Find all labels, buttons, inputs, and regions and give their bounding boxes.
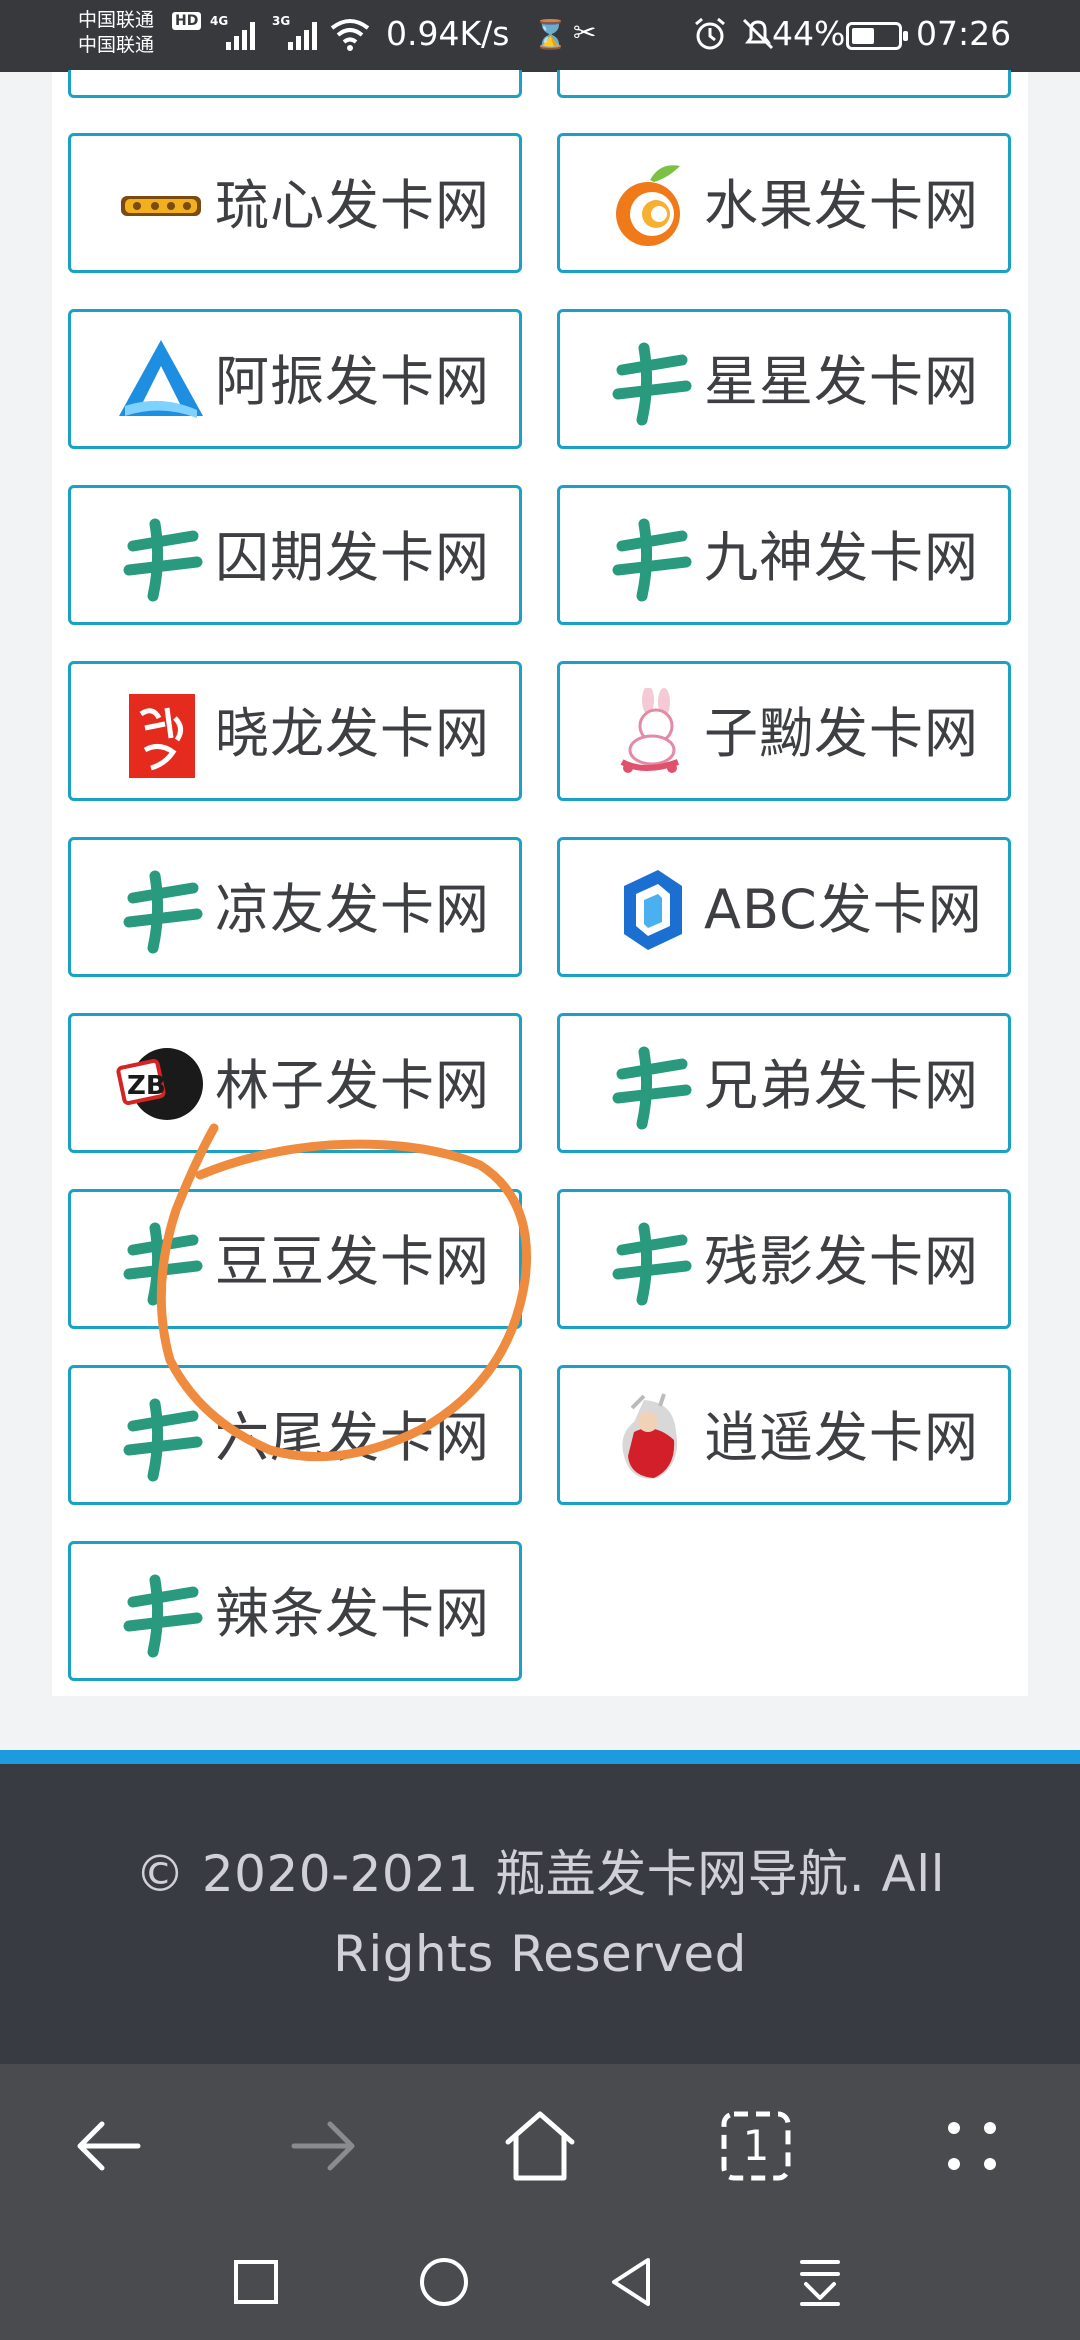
home-icon[interactable] xyxy=(500,2106,580,2186)
site-card[interactable]: 兄弟发卡网 xyxy=(557,1013,1011,1153)
site-name: 囚期发卡网 xyxy=(215,526,490,589)
azhen-logo xyxy=(119,340,203,418)
hourglass-icon: ⌛ xyxy=(533,18,568,51)
site-card-partial[interactable] xyxy=(557,70,1011,98)
signal-icon xyxy=(288,18,326,50)
fruit-logo xyxy=(616,165,680,246)
alarm-icon xyxy=(695,17,725,50)
forward-icon[interactable] xyxy=(284,2106,364,2186)
ka-logo xyxy=(123,1222,203,1306)
xiaoyao-logo xyxy=(622,1393,678,1479)
site-name: 兄弟发卡网 xyxy=(704,1054,979,1117)
ka-logo xyxy=(123,518,203,602)
site-card[interactable]: 子黝发卡网 xyxy=(557,661,1011,801)
site-card[interactable]: 凉友发卡网 xyxy=(68,837,522,977)
site-name: 星星发卡网 xyxy=(704,350,979,413)
site-name: 林子发卡网 xyxy=(215,1054,490,1117)
site-name: 琉心发卡网 xyxy=(215,174,490,237)
more-icon[interactable] xyxy=(932,2106,1012,2186)
site-card[interactable]: 六尾发卡网 xyxy=(68,1365,522,1505)
site-card[interactable]: 残影发卡网 xyxy=(557,1189,1011,1329)
carrier-2: 中国联通 xyxy=(78,34,155,56)
back-triangle-icon[interactable] xyxy=(604,2254,660,2310)
site-card[interactable]: 水果发卡网 xyxy=(557,133,1011,273)
footer-accent-bar xyxy=(0,1750,1080,1764)
ka-logo xyxy=(612,518,692,602)
site-card[interactable]: 九神发卡网 xyxy=(557,485,1011,625)
site-card[interactable]: 辣条发卡网 xyxy=(68,1541,522,1681)
wifi-icon xyxy=(330,19,370,51)
recents-icon[interactable] xyxy=(228,2254,284,2310)
ka-logo xyxy=(612,342,692,426)
site-name: 水果发卡网 xyxy=(704,174,979,237)
system-nav-bar xyxy=(0,2224,1080,2340)
site-name: 阿振发卡网 xyxy=(215,350,490,413)
site-name: 凉友发卡网 xyxy=(215,878,490,941)
notification-pulldown-icon[interactable] xyxy=(792,2254,848,2310)
ka-logo xyxy=(123,870,203,954)
site-card[interactable]: 星星发卡网 xyxy=(557,309,1011,449)
browser-toolbar: 1 xyxy=(0,2064,1080,2224)
copyright-text: © 2020-2021 瓶盖发卡网导航. All Rights Reserved xyxy=(134,1845,946,1983)
tab-count: 1 xyxy=(742,2121,770,2170)
site-card[interactable]: 逍遥发卡网 xyxy=(557,1365,1011,1505)
battery-percent: 44% xyxy=(772,14,846,53)
footer: © 2020-2021 瓶盖发卡网导航. All Rights Reserved xyxy=(0,1764,1080,2064)
site-name: 子黝发卡网 xyxy=(704,702,979,765)
carrier-labels: 中国联通 中国联通 xyxy=(78,8,154,58)
site-name: 逍遥发卡网 xyxy=(704,1406,979,1469)
site-card[interactable]: 阿振发卡网 xyxy=(68,309,522,449)
site-card[interactable]: 琉心发卡网 xyxy=(68,133,522,273)
screen: 中国联通 中国联通 HD 4G 3G 0.94K/s ⌛ ✂ 44% 07:26… xyxy=(0,0,1080,2340)
site-name: 残影发卡网 xyxy=(704,1230,979,1293)
home-circle-icon[interactable] xyxy=(416,2254,472,2310)
back-icon[interactable] xyxy=(68,2106,148,2186)
ka-logo xyxy=(123,1398,203,1482)
site-name: 辣条发卡网 xyxy=(215,1582,490,1645)
clock: 07:26 xyxy=(916,14,1012,53)
ka-logo xyxy=(123,1574,203,1658)
network-speed: 0.94K/s xyxy=(386,14,510,53)
site-name: 六尾发卡网 xyxy=(215,1406,490,1469)
site-card[interactable]: 囚期发卡网 xyxy=(68,485,522,625)
xiaolong-logo xyxy=(129,694,195,778)
site-name: 九神发卡网 xyxy=(704,526,979,589)
battery-icon xyxy=(846,22,908,50)
abc-logo xyxy=(624,870,682,950)
linzi-logo: ZB xyxy=(116,1048,203,1120)
rabbit-logo xyxy=(620,688,679,773)
status-bar: 中国联通 中国联通 HD 4G 3G 0.94K/s ⌛ ✂ 44% 07:26 xyxy=(0,0,1080,72)
mute-icon xyxy=(742,18,774,50)
site-card-partial[interactable] xyxy=(68,70,522,98)
carrier-1: 中国联通 xyxy=(78,9,155,31)
site-name: 豆豆发卡网 xyxy=(215,1230,490,1293)
ka-logo xyxy=(612,1046,692,1130)
signal-icon xyxy=(226,18,264,50)
svg-text:ZB: ZB xyxy=(127,1071,166,1101)
tabs-icon[interactable]: 1 xyxy=(716,2106,796,2186)
site-name: ABC发卡网 xyxy=(704,878,983,941)
misc-app-icon: ✂ xyxy=(573,16,597,49)
site-card[interactable]: 晓龙发卡网 xyxy=(68,661,522,801)
liuxin-logo xyxy=(121,196,201,216)
site-card[interactable]: ZB 林子发卡网 xyxy=(68,1013,522,1153)
site-card[interactable]: 豆豆发卡网 xyxy=(68,1189,522,1329)
site-card[interactable]: ABC发卡网 xyxy=(557,837,1011,977)
site-name: 晓龙发卡网 xyxy=(215,702,490,765)
hd-badge: HD xyxy=(172,12,202,30)
ka-logo xyxy=(612,1222,692,1306)
